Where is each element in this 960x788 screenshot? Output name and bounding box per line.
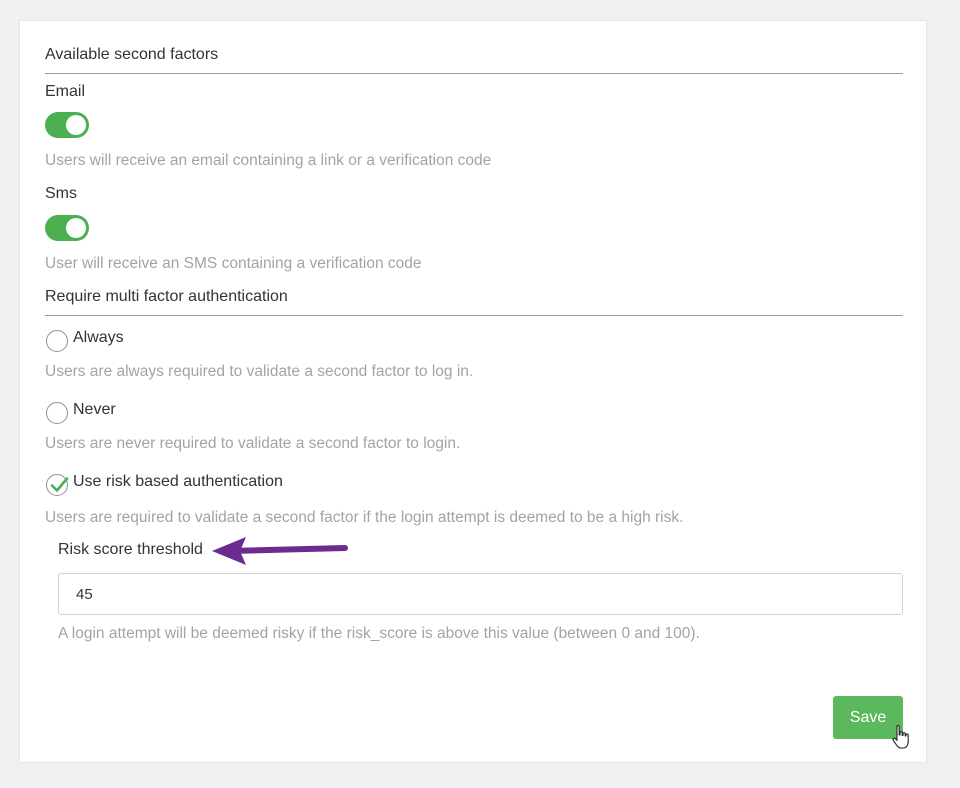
- mfa-divider: [45, 315, 903, 316]
- risk-threshold-help-text: A login attempt will be deemed risky if …: [58, 625, 700, 642]
- always-help-text: Users are always required to validate a …: [45, 363, 474, 380]
- checkmark-icon: [50, 477, 69, 492]
- arrow-left-icon: [212, 537, 348, 565]
- second-factors-divider: [45, 73, 903, 74]
- radio-circle[interactable]: [46, 402, 68, 424]
- radio-never[interactable]: Never: [46, 397, 116, 424]
- radio-always[interactable]: Always: [46, 325, 124, 352]
- second-factors-heading: Available second factors: [45, 46, 219, 63]
- sms-help-text: User will receive an SMS containing a ve…: [45, 255, 422, 272]
- toggle-knob: [66, 218, 86, 238]
- risk-threshold-input[interactable]: [58, 573, 903, 615]
- sms-toggle[interactable]: [45, 215, 89, 241]
- email-label: Email: [45, 83, 86, 100]
- toggle-knob: [66, 115, 86, 135]
- radio-risk-based[interactable]: Use risk based authentication: [46, 469, 283, 496]
- radio-never-label: Never: [73, 401, 116, 418]
- radio-always-label: Always: [73, 329, 124, 346]
- email-help-text: Users will receive an email containing a…: [45, 152, 492, 169]
- radio-risk-based-label: Use risk based authentication: [73, 473, 283, 490]
- hand-pointer-icon: [892, 725, 909, 749]
- sms-label: Sms: [45, 185, 77, 202]
- mfa-heading: Require multi factor authentication: [45, 288, 288, 305]
- mfa-settings-panel: Available second factors Email Users wil…: [19, 20, 927, 763]
- risk-threshold-label: Risk score threshold: [58, 541, 203, 558]
- risk-based-help-text: Users are required to validate a second …: [45, 509, 684, 526]
- radio-circle-checked[interactable]: [46, 474, 69, 496]
- email-toggle[interactable]: [45, 112, 89, 138]
- radio-circle[interactable]: [46, 330, 68, 352]
- never-help-text: Users are never required to validate a s…: [45, 435, 461, 452]
